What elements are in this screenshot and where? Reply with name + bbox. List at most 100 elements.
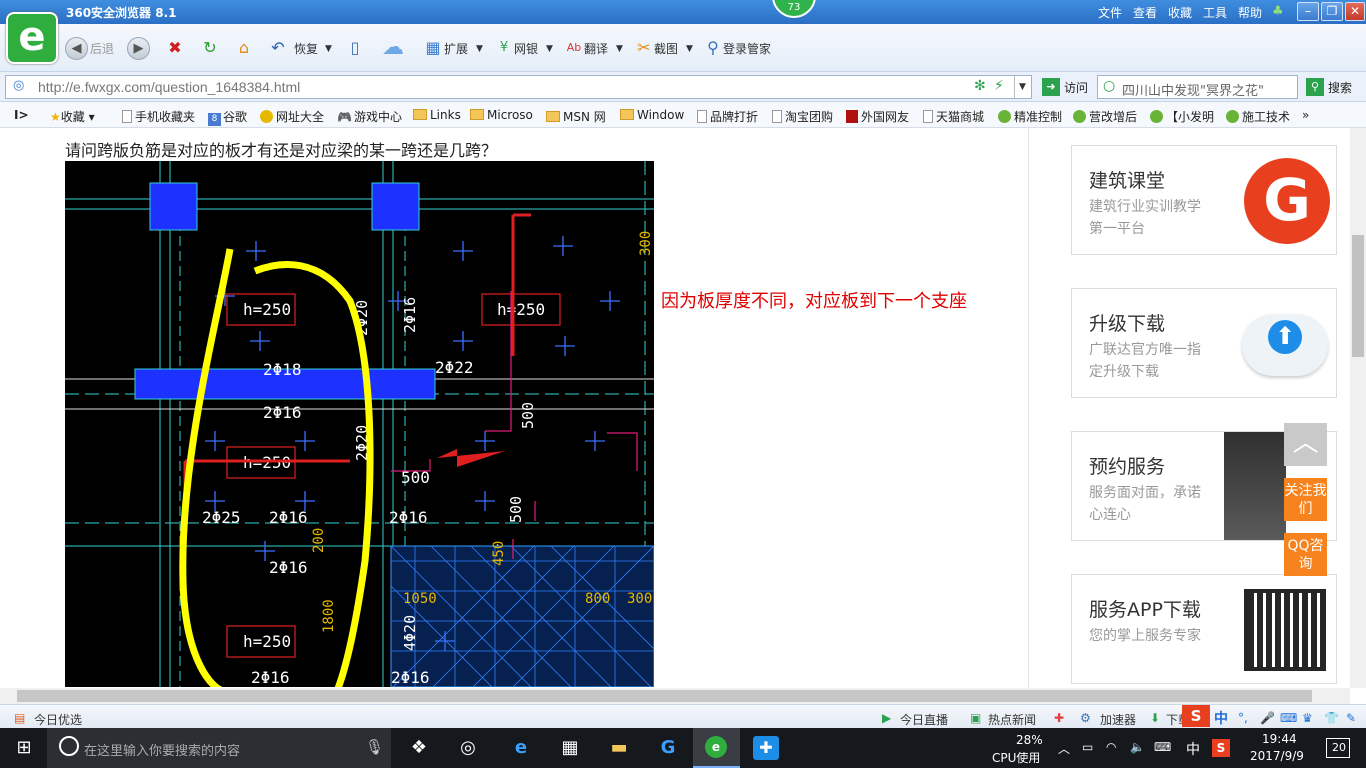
shirt-icon[interactable]: 👕 — [1324, 711, 1339, 725]
status-news[interactable]: 热点新闻 — [988, 711, 1036, 728]
card-app-download[interactable]: 服务APP下载 您的掌上服务专家 — [1071, 574, 1337, 684]
follow-us-button[interactable]: 关注我们 — [1284, 478, 1327, 521]
clock-date[interactable]: 2017/9/9 — [1250, 749, 1304, 763]
sogou-ime-icon[interactable]: S — [1182, 705, 1210, 727]
maximize-button[interactable]: ❐ — [1321, 2, 1343, 21]
edge-icon[interactable]: e — [507, 736, 535, 760]
ime-mode[interactable]: 中 — [1214, 708, 1228, 728]
card-building-class[interactable]: 建筑课堂 建筑行业实训教学第一平台 G — [1071, 145, 1337, 255]
plus-app-icon[interactable]: ✚ — [753, 736, 779, 760]
tray-app-icon[interactable]: ▭ — [1082, 740, 1093, 754]
back-icon[interactable]: ◀ — [65, 37, 88, 60]
windows-start-icon[interactable]: ⊞ — [10, 736, 38, 760]
bookmark-favorites[interactable]: ★收藏 ▾ — [50, 108, 95, 125]
bookmark-games[interactable]: 🎮 游戏中心 — [337, 108, 402, 125]
medical-icon[interactable]: ✚ — [1054, 711, 1064, 725]
bookmark-foreign[interactable]: 外国网友 — [846, 108, 909, 125]
menu-tools[interactable]: 工具 — [1203, 4, 1227, 21]
bank-label[interactable]: 网银 — [514, 40, 538, 57]
forward-icon[interactable]: ▶ — [127, 37, 150, 60]
store-icon[interactable]: ▦ — [556, 736, 584, 760]
extend-icon[interactable]: ▦ — [421, 36, 445, 60]
sidebar-toggle-icon[interactable]: I> — [14, 108, 29, 122]
bookmark-links[interactable]: Links — [413, 108, 461, 122]
search-button[interactable]: 搜索 — [1328, 79, 1352, 96]
sogou-tray-icon[interactable]: S — [1212, 739, 1230, 757]
accelerator-icon[interactable]: ⚙ — [1080, 711, 1091, 725]
keyboard-tray-icon[interactable]: ⌨ — [1154, 740, 1171, 754]
secure-icon[interactable]: ✻ — [974, 78, 986, 94]
bookmark-sites[interactable]: 网址大全 — [260, 108, 324, 125]
keyboard-icon[interactable]: ⌨ — [1280, 711, 1297, 725]
explorer-icon[interactable]: ▬ — [605, 736, 633, 760]
url-text[interactable]: http://e.fwxgx.com/question_1648384.html — [38, 79, 300, 95]
bookmark-control[interactable]: 精准控制 — [998, 108, 1062, 125]
menu-favorites[interactable]: 收藏 — [1168, 4, 1192, 21]
daily-pick-icon[interactable]: ▤ — [14, 711, 25, 725]
home-icon[interactable]: ⌂ — [232, 36, 256, 60]
notification-count[interactable]: 20 — [1332, 741, 1346, 754]
login-icon[interactable]: ⚲ — [701, 36, 725, 60]
url-dropdown-icon[interactable]: ▼ — [1014, 76, 1030, 98]
search-icon[interactable]: ⚲ — [1306, 78, 1324, 96]
bookmark-windows[interactable]: Window — [620, 108, 684, 122]
translate-icon[interactable]: Ab — [562, 36, 586, 60]
bank-dropdown-icon[interactable]: ▼ — [546, 44, 553, 54]
screenshot-label[interactable]: 截图 — [654, 40, 678, 57]
dropdown-icon[interactable]: ▼ — [325, 44, 332, 54]
back-label[interactable]: 后退 — [90, 40, 114, 57]
skin-icon[interactable]: ♣ — [1272, 4, 1284, 19]
status-accelerator[interactable]: 加速器 — [1100, 711, 1136, 728]
restore-icon[interactable]: ↶ — [266, 36, 290, 60]
back-to-top-icon[interactable]: ︿ — [1284, 423, 1327, 466]
language-indicator[interactable]: 中 — [1186, 739, 1200, 759]
address-bar[interactable]: ◎ http://e.fwxgx.com/question_1648384.ht… — [5, 75, 1032, 99]
wifi-icon[interactable]: ◠ — [1106, 740, 1116, 754]
bookmark-taobao[interactable]: 淘宝团购 — [772, 108, 833, 125]
bookmark-mobile[interactable]: 手机收藏夹 — [122, 108, 195, 125]
bookmark-brand[interactable]: 品牌打折 — [697, 108, 758, 125]
screenshot-icon[interactable]: ✂ — [632, 36, 656, 60]
menu-view[interactable]: 查看 — [1133, 4, 1157, 21]
login-label[interactable]: 登录管家 — [723, 40, 771, 57]
refresh-icon[interactable]: ↻ — [198, 36, 222, 60]
close-button[interactable]: ✕ — [1345, 2, 1365, 21]
vertical-scrollbar[interactable] — [1350, 128, 1366, 688]
bank-icon[interactable]: ¥ — [492, 36, 516, 60]
mobile-icon[interactable]: ▯ — [343, 36, 367, 60]
news-icon[interactable]: ▣ — [970, 711, 981, 725]
restore-label[interactable]: 恢复 — [294, 40, 318, 57]
visit-icon[interactable]: ➜ — [1042, 78, 1060, 96]
punct-icon[interactable]: °, — [1238, 711, 1248, 725]
bookmark-google[interactable]: 8 谷歌 — [208, 108, 247, 126]
wrench-icon[interactable]: ✎ — [1346, 711, 1356, 725]
translate-label[interactable]: 翻译 — [584, 40, 608, 57]
bookmark-vat[interactable]: 营改增后 — [1073, 108, 1137, 125]
download-icon[interactable]: ⬇ — [1150, 711, 1160, 725]
bookmark-invention[interactable]: 【小发明 — [1150, 108, 1214, 125]
more-bookmarks-icon[interactable]: » — [1302, 108, 1309, 122]
cloud-icon[interactable]: ☁ — [378, 36, 408, 60]
menu-help[interactable]: 帮助 — [1238, 4, 1262, 21]
search-input[interactable]: ○ 四川山中发现"冥界之花" — [1097, 75, 1298, 99]
status-live[interactable]: 今日直播 — [900, 711, 948, 728]
bookmark-microsoft[interactable]: Microso — [470, 108, 533, 122]
screenshot-dropdown-icon[interactable]: ▼ — [686, 44, 693, 54]
clock-time[interactable]: 19:44 — [1262, 732, 1297, 746]
card-upgrade-download[interactable]: 升级下载 广联达官方唯一指定升级下载 ⬆ — [1071, 288, 1337, 398]
bookmark-msn[interactable]: MSN 网 — [546, 108, 606, 125]
live-icon[interactable]: ▶ — [882, 711, 891, 725]
speed-icon[interactable]: ⚡ — [994, 78, 1004, 94]
vertical-scroll-thumb[interactable] — [1352, 235, 1364, 357]
horizontal-scroll-thumb[interactable] — [17, 690, 1312, 702]
bookmark-tmall[interactable]: 天猫商城 — [923, 108, 984, 125]
mic-search-icon[interactable]: 🎙 — [365, 738, 384, 756]
extend-label[interactable]: 扩展 — [444, 40, 468, 57]
glodon-task-icon[interactable]: G — [654, 736, 682, 760]
tray-expand-icon[interactable]: ︿ — [1058, 740, 1070, 757]
menu-file[interactable]: 文件 — [1098, 4, 1122, 21]
volume-icon[interactable]: 🔈 — [1130, 740, 1145, 754]
browser-logo-icon[interactable]: e — [6, 12, 58, 64]
taskbar-search[interactable]: 在这里输入你要搜索的内容 🎙 — [47, 728, 391, 768]
bookmark-construction[interactable]: 施工技术 — [1226, 108, 1290, 125]
